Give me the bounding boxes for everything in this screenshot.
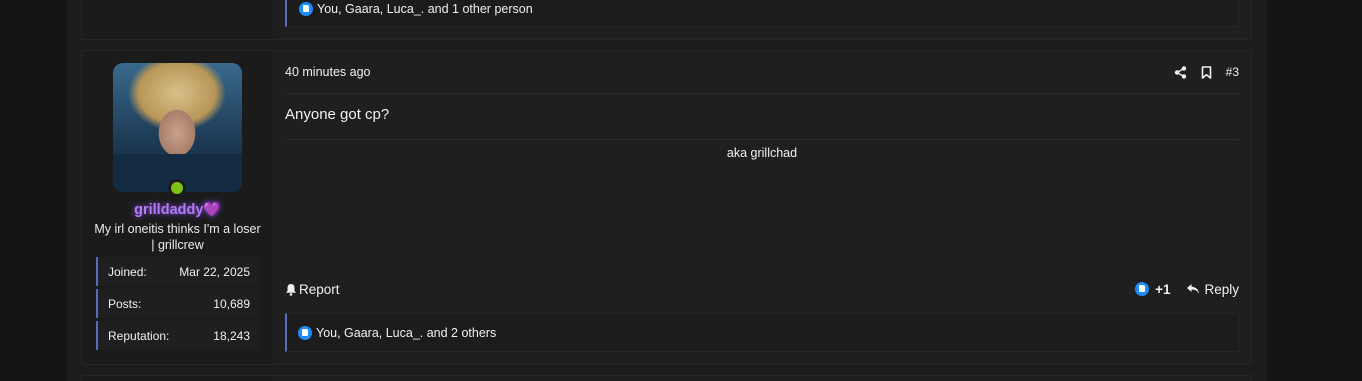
next-post <box>81 375 1252 381</box>
share-icon[interactable] <box>1174 65 1187 79</box>
thumbs-up-icon <box>1135 282 1150 296</box>
post-main: 40 minutes ago #3 Anyone got cp? aka gri… <box>273 51 1251 364</box>
reply-label: Reply <box>1204 281 1239 297</box>
bell-icon <box>285 283 297 296</box>
online-status-indicator <box>168 179 186 197</box>
post-date[interactable]: 40 minutes ago <box>285 65 370 79</box>
user-stat-joined: Joined: Mar 22, 2025 <box>96 257 260 286</box>
report-button[interactable]: Report <box>285 282 340 297</box>
stat-value: 18,243 <box>213 328 250 343</box>
next-post-user-cell <box>82 376 273 381</box>
stat-label: Reputation: <box>108 328 170 343</box>
username-text[interactable]: grilldaddy <box>134 202 203 218</box>
thumbs-up-icon <box>299 2 313 16</box>
post: grilldaddy💜 My irl oneitis thinks I'm a … <box>81 50 1252 365</box>
stat-label: Joined: <box>108 264 147 279</box>
post-likes-bar: You, Gaara, Luca_. and 2 others <box>285 313 1239 352</box>
stat-value: 10,689 <box>213 296 250 311</box>
username[interactable]: grilldaddy💜 <box>82 201 273 218</box>
reaction-button[interactable]: +1 <box>1135 282 1170 297</box>
signature: aka grillchad <box>726 146 798 160</box>
user-stat-posts: Posts: 10,689 <box>96 289 260 318</box>
reaction-score: +1 <box>1155 281 1171 297</box>
post-footer-actions: +1 Reply <box>1135 282 1239 297</box>
post-body: Anyone got cp? <box>285 106 390 123</box>
thumbs-up-icon <box>298 325 312 340</box>
user-stat-reputation: Reputation: 18,243 <box>96 321 260 350</box>
post-footer: Report +1 Reply <box>285 279 1239 299</box>
purple-heart-icon: 💜 <box>203 201 221 217</box>
stat-label: Posts: <box>108 296 142 311</box>
bookmark-icon[interactable] <box>1201 65 1212 79</box>
post-user-cell: grilldaddy💜 My irl oneitis thinks I'm a … <box>82 51 273 364</box>
post-header: 40 minutes ago #3 <box>285 51 1239 94</box>
report-label: Report <box>299 281 340 297</box>
signature-divider <box>285 139 1239 140</box>
reply-button[interactable]: Reply <box>1186 282 1239 297</box>
post-number[interactable]: #3 <box>1226 65 1239 79</box>
reply-icon <box>1186 283 1200 295</box>
post-header-actions: #3 <box>1174 65 1239 79</box>
previous-post-likes-text[interactable]: You, Gaara, Luca_. and 1 other person <box>317 2 533 16</box>
avatar[interactable] <box>113 63 242 192</box>
user-title: My irl oneitis thinks I'm a loser | gril… <box>94 222 261 252</box>
stat-value: Mar 22, 2025 <box>179 264 250 279</box>
post-likes-text[interactable]: You, Gaara, Luca_. and 2 others <box>316 326 496 340</box>
previous-post-user-cell <box>82 0 273 39</box>
previous-post-likes-bar: You, Gaara, Luca_. and 1 other person <box>285 0 1239 27</box>
